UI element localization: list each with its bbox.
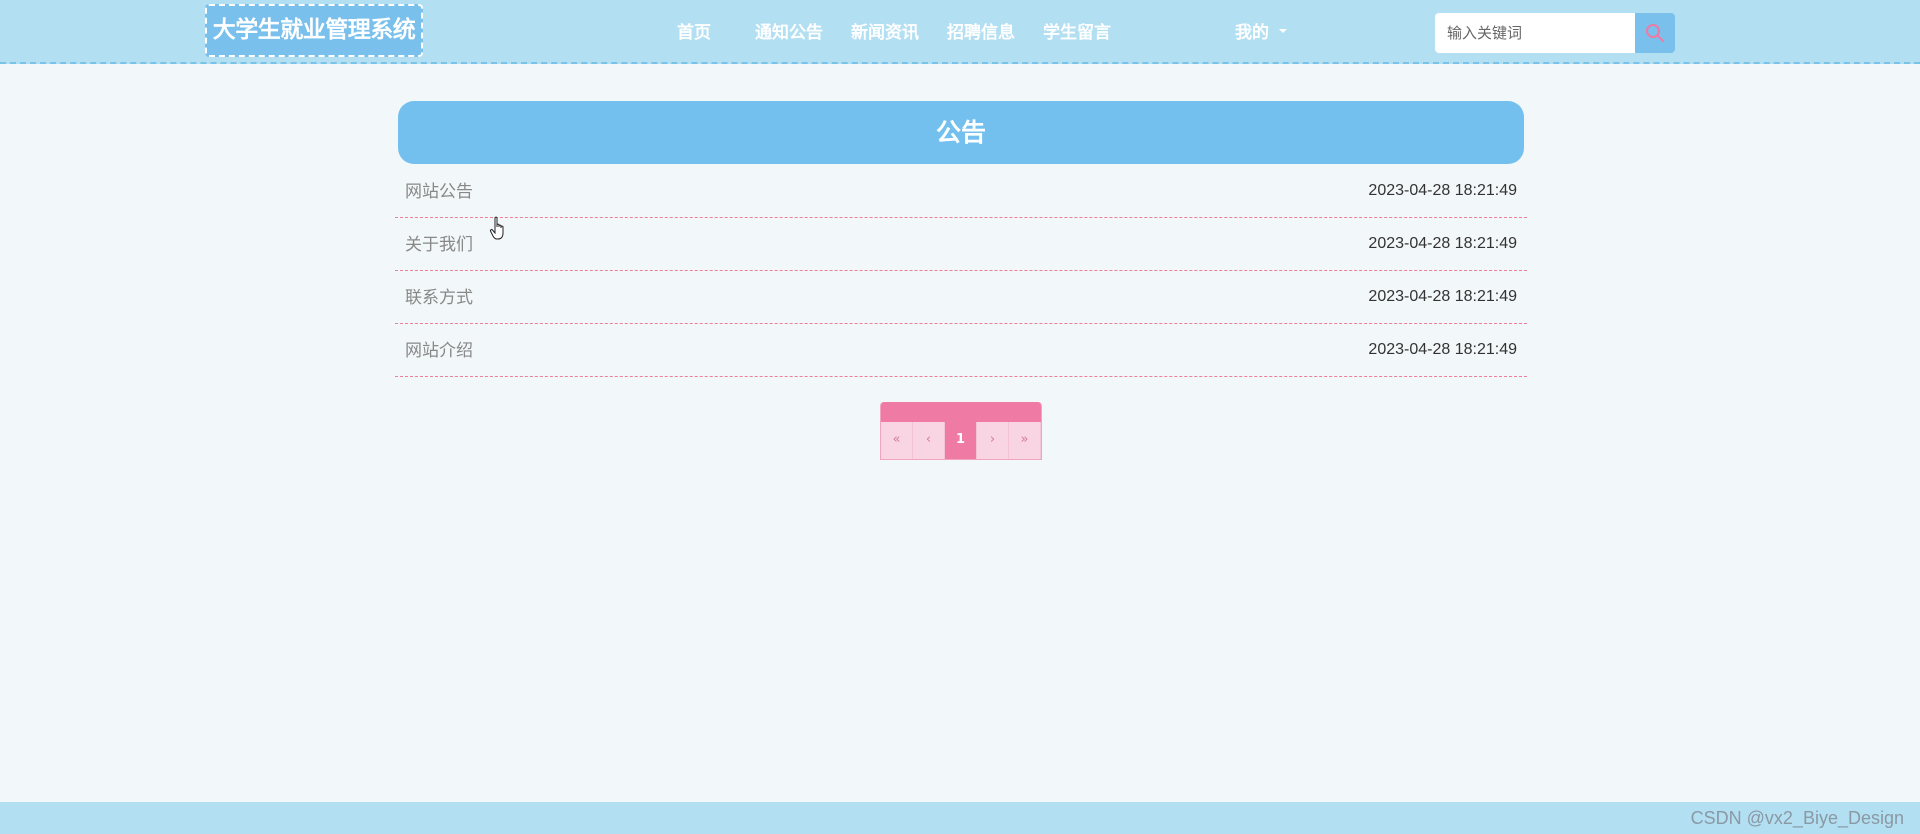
pagination: « ‹ 1 › » (880, 402, 1042, 460)
hand-cursor-icon (489, 216, 504, 240)
search-button[interactable] (1635, 13, 1675, 53)
pagination-buttons: « ‹ 1 › » (881, 422, 1041, 459)
chevron-down-icon (1279, 29, 1287, 33)
page-1-button[interactable]: 1 (945, 422, 977, 459)
page-footer: CSDN @vx2_Biye_Design (0, 802, 1920, 834)
nav-jobs[interactable]: 招聘信息 (947, 0, 1015, 64)
list-item-date: 2023-04-28 18:21:49 (1368, 288, 1517, 305)
list-item[interactable]: 联系方式 2023-04-28 18:21:49 (395, 271, 1527, 324)
list-item-date: 2023-04-28 18:21:49 (1368, 235, 1517, 252)
list-item-date: 2023-04-28 18:21:49 (1368, 341, 1517, 358)
nav-notice[interactable]: 通知公告 (755, 0, 823, 64)
pagination-header (881, 402, 1041, 422)
last-page-button[interactable]: » (1009, 422, 1041, 459)
site-logo[interactable]: 大学生就业管理系统 (205, 4, 423, 57)
watermark: CSDN @vx2_Biye_Design (1690, 808, 1904, 828)
list-item-title[interactable]: 关于我们 (405, 218, 473, 272)
nav-home[interactable]: 首页 (677, 0, 711, 64)
list-item-title[interactable]: 网站公告 (405, 165, 473, 219)
next-page-button[interactable]: › (977, 422, 1009, 459)
list-item[interactable]: 网站公告 2023-04-28 18:21:49 (395, 165, 1527, 218)
list-item-date: 2023-04-28 18:21:49 (1368, 182, 1517, 199)
list-item-title[interactable]: 网站介绍 (405, 324, 473, 378)
search-icon (1646, 24, 1664, 42)
prev-page-button[interactable]: ‹ (913, 422, 945, 459)
nav-mine-dropdown[interactable]: 我的 (1235, 0, 1287, 64)
page-title: 公告 (398, 101, 1524, 164)
first-page-button[interactable]: « (881, 422, 913, 459)
nav-news[interactable]: 新闻资讯 (851, 0, 919, 64)
list-item-title[interactable]: 联系方式 (405, 271, 473, 325)
search-input[interactable] (1435, 13, 1635, 53)
list-item[interactable]: 网站介绍 2023-04-28 18:21:49 (395, 324, 1527, 377)
notice-list: 网站公告 2023-04-28 18:21:49 关于我们 2023-04-28… (395, 165, 1527, 377)
nav-mine-label: 我的 (1235, 23, 1269, 43)
top-header: 大学生就业管理系统 首页 通知公告 新闻资讯 招聘信息 学生留言 我的 (0, 0, 1920, 64)
nav-messages[interactable]: 学生留言 (1043, 0, 1111, 64)
list-item[interactable]: 关于我们 2023-04-28 18:21:49 (395, 218, 1527, 271)
